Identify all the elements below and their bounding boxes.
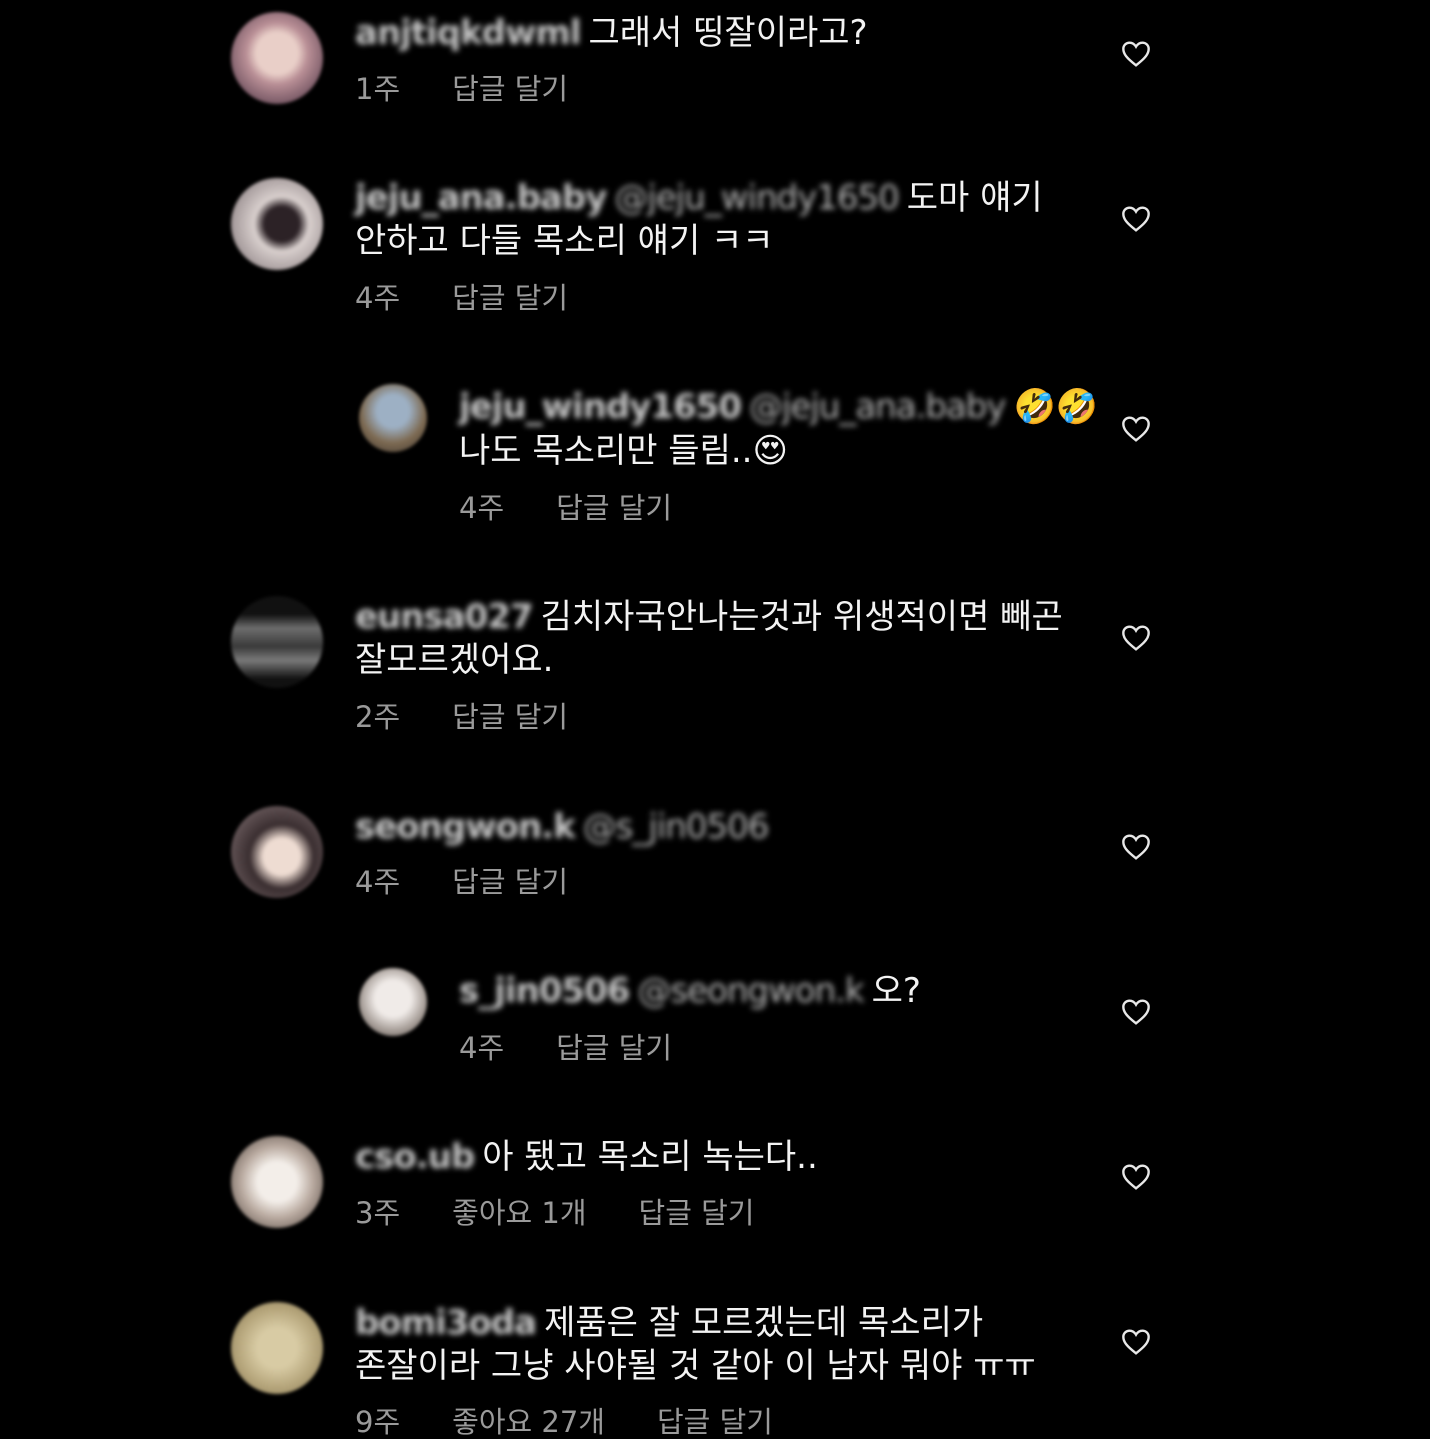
avatar[interactable] bbox=[231, 12, 323, 104]
comment-username[interactable]: eunsa027 bbox=[355, 596, 534, 638]
comment-text: 오? bbox=[871, 971, 921, 1011]
comment-time: 4주 bbox=[355, 865, 401, 899]
reply-button[interactable]: 답글 달기 bbox=[639, 1196, 755, 1230]
comment-text: 그래서 띵잘이라고? bbox=[588, 13, 868, 53]
reply-button[interactable]: 답글 달기 bbox=[452, 700, 568, 734]
likes-count[interactable]: 좋아요 27개 bbox=[452, 1405, 605, 1439]
comment-time: 4주 bbox=[459, 1031, 505, 1065]
heart-outline-icon[interactable] bbox=[1119, 203, 1153, 235]
avatar[interactable] bbox=[359, 968, 427, 1036]
avatar[interactable] bbox=[359, 384, 427, 452]
comment-time: 4주 bbox=[355, 281, 401, 315]
heart-outline-icon[interactable] bbox=[1119, 831, 1153, 863]
comment-username[interactable]: s_jin0506 bbox=[459, 970, 630, 1012]
comment-username[interactable]: cso.ub bbox=[355, 1136, 475, 1178]
reply-button[interactable]: 답글 달기 bbox=[657, 1405, 773, 1439]
comment-mention[interactable]: @s_jin0506 bbox=[583, 806, 770, 848]
comment-text-line2: 나도 목소리만 들림..😍 bbox=[459, 431, 788, 471]
comment-username[interactable]: bomi3oda bbox=[355, 1302, 537, 1344]
comment-username[interactable]: seongwon.k bbox=[355, 806, 576, 848]
heart-outline-icon[interactable] bbox=[1119, 1326, 1153, 1358]
comment-time: 9주 bbox=[355, 1405, 401, 1439]
heart-outline-icon[interactable] bbox=[1119, 413, 1153, 445]
avatar[interactable] bbox=[231, 806, 323, 898]
likes-count[interactable]: 좋아요 1개 bbox=[452, 1196, 586, 1230]
comment-username[interactable]: jeju_windy1650 bbox=[459, 386, 742, 428]
comment-username[interactable]: anjtiqkdwml bbox=[355, 12, 581, 54]
comment-mention[interactable]: @seongwon.k bbox=[637, 970, 864, 1012]
reply-button[interactable]: 답글 달기 bbox=[452, 865, 568, 899]
comment-text: 김치자국안나는것과 위생적이면 빼곤 bbox=[540, 597, 1063, 637]
comment-text-line2: 잘모르겠어요. bbox=[355, 640, 554, 680]
comment-time: 4주 bbox=[459, 491, 505, 525]
heart-outline-icon[interactable] bbox=[1119, 38, 1153, 70]
reply-button[interactable]: 답글 달기 bbox=[452, 72, 568, 106]
comment-text: 제품은 잘 모르겠는데 목소리가 bbox=[544, 1303, 984, 1343]
comment-text: 아 됐고 목소리 녹는다.. bbox=[482, 1137, 818, 1177]
comment-text-line2: 안하고 다들 목소리 얘기 ㅋㅋ bbox=[355, 221, 774, 261]
heart-outline-icon[interactable] bbox=[1119, 1161, 1153, 1193]
comment-mention[interactable]: @jeju_ana.baby bbox=[749, 386, 1007, 428]
avatar[interactable] bbox=[231, 1136, 323, 1228]
avatar[interactable] bbox=[231, 596, 323, 688]
comment-time: 1주 bbox=[355, 72, 401, 106]
heart-outline-icon[interactable] bbox=[1119, 996, 1153, 1028]
comment-mention[interactable]: @jeju_windy1650 bbox=[614, 177, 899, 219]
comment-time: 3주 bbox=[355, 1196, 401, 1230]
comment-time: 2주 bbox=[355, 700, 401, 734]
avatar[interactable] bbox=[231, 178, 323, 270]
comment-text: 🤣🤣 bbox=[1013, 387, 1099, 427]
reply-button[interactable]: 답글 달기 bbox=[556, 1031, 672, 1065]
comment-text: 도마 얘기 bbox=[906, 178, 1043, 218]
comment-text-line2: 존잘이라 그냥 사야될 것 같아 이 남자 뭐야 ㅠㅠ bbox=[355, 1346, 1036, 1386]
heart-outline-icon[interactable] bbox=[1119, 622, 1153, 654]
reply-button[interactable]: 답글 달기 bbox=[452, 281, 568, 315]
avatar[interactable] bbox=[231, 1302, 323, 1394]
comment-username[interactable]: jeju_ana.baby bbox=[355, 177, 607, 219]
reply-button[interactable]: 답글 달기 bbox=[556, 491, 672, 525]
